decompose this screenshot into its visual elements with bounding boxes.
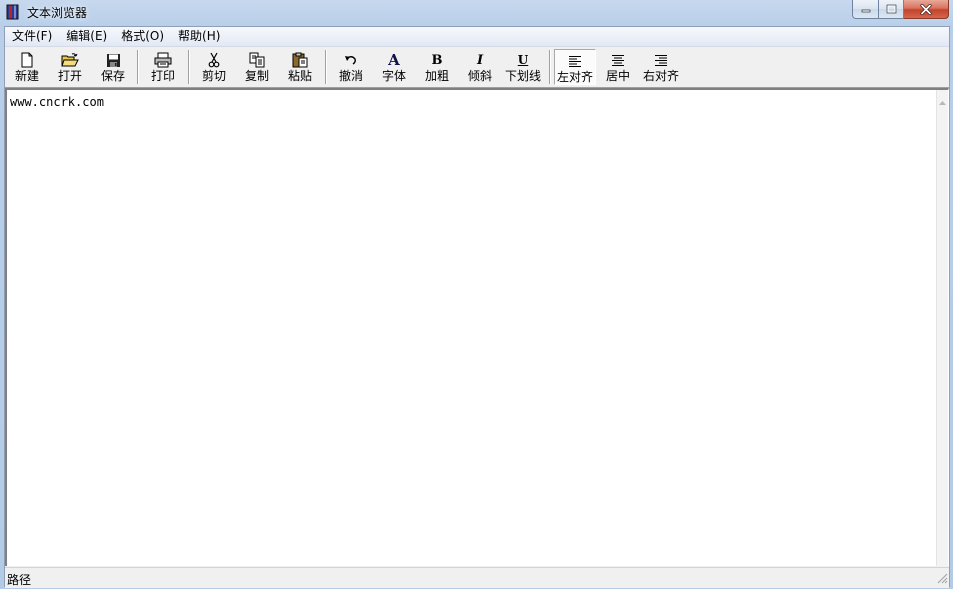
undo-button[interactable]: 撤消 — [330, 49, 372, 85]
copy-button[interactable]: 复制 — [236, 49, 278, 85]
caption-buttons — [852, 0, 949, 19]
toolbar: 新建 打开 保存 打印 剪切 复制 粘贴 撤消 A 字体 B 加粗 I 倾斜 U… — [5, 47, 949, 88]
cut-button[interactable]: 剪切 — [193, 49, 235, 85]
print-button[interactable]: 打印 — [142, 49, 184, 85]
underline-button[interactable]: U 下划线 — [502, 49, 544, 85]
save-disk-icon — [106, 51, 121, 69]
italic-button[interactable]: I 倾斜 — [459, 49, 501, 85]
align-left-button[interactable]: 左对齐 — [554, 49, 596, 85]
new-file-icon — [20, 51, 34, 69]
maximize-button[interactable] — [879, 0, 904, 19]
status-text: 路径 — [7, 573, 32, 587]
menu-help[interactable]: 帮助(H) — [171, 27, 227, 46]
text-editor[interactable]: www.cncrk.com — [5, 88, 949, 566]
bold-icon: B — [431, 52, 443, 68]
printer-icon — [154, 51, 172, 69]
book-icon — [5, 4, 21, 20]
minimize-icon — [861, 9, 870, 13]
close-icon — [920, 3, 932, 15]
window-title: 文本浏览器 — [27, 6, 88, 20]
menu-format[interactable]: 格式(O) — [114, 27, 171, 46]
close-button[interactable] — [904, 0, 949, 19]
vertical-scrollbar[interactable] — [936, 90, 948, 566]
scroll-up-arrow-icon[interactable] — [939, 94, 946, 108]
align-left-icon — [568, 52, 582, 70]
client-area: 文件(F) 编辑(E) 格式(O) 帮助(H) 新建 打开 保存 打印 剪切 复… — [4, 26, 950, 588]
menu-bar: 文件(F) 编辑(E) 格式(O) 帮助(H) — [5, 27, 949, 47]
toolbar-separator — [188, 50, 190, 84]
align-center-button[interactable]: 居中 — [597, 49, 639, 85]
minimize-button[interactable] — [852, 0, 879, 19]
maximize-icon — [886, 4, 896, 14]
resize-grip-icon[interactable] — [936, 572, 948, 587]
align-right-icon — [654, 51, 668, 69]
copy-icon — [249, 51, 266, 69]
underline-icon: U — [517, 53, 529, 67]
open-folder-icon — [61, 51, 79, 69]
scissors-icon — [208, 51, 220, 69]
bold-button[interactable]: B 加粗 — [416, 49, 458, 85]
editor-content[interactable]: www.cncrk.com — [10, 95, 104, 109]
toolbar-separator — [549, 50, 551, 84]
new-button[interactable]: 新建 — [6, 49, 48, 85]
paste-icon — [292, 51, 309, 69]
align-center-icon — [611, 51, 625, 69]
open-button[interactable]: 打开 — [49, 49, 91, 85]
title-bar[interactable]: 文本浏览器 — [0, 0, 953, 25]
italic-icon: I — [476, 52, 484, 68]
toolbar-separator — [137, 50, 139, 84]
font-button[interactable]: A 字体 — [373, 49, 415, 85]
menu-file[interactable]: 文件(F) — [5, 27, 59, 46]
save-button[interactable]: 保存 — [92, 49, 134, 85]
align-right-button[interactable]: 右对齐 — [640, 49, 682, 85]
toolbar-separator — [325, 50, 327, 84]
status-bar: 路径 — [5, 567, 949, 588]
font-icon: A — [388, 51, 400, 69]
paste-button[interactable]: 粘贴 — [279, 49, 321, 85]
undo-icon — [344, 51, 358, 69]
menu-edit[interactable]: 编辑(E) — [59, 27, 114, 46]
